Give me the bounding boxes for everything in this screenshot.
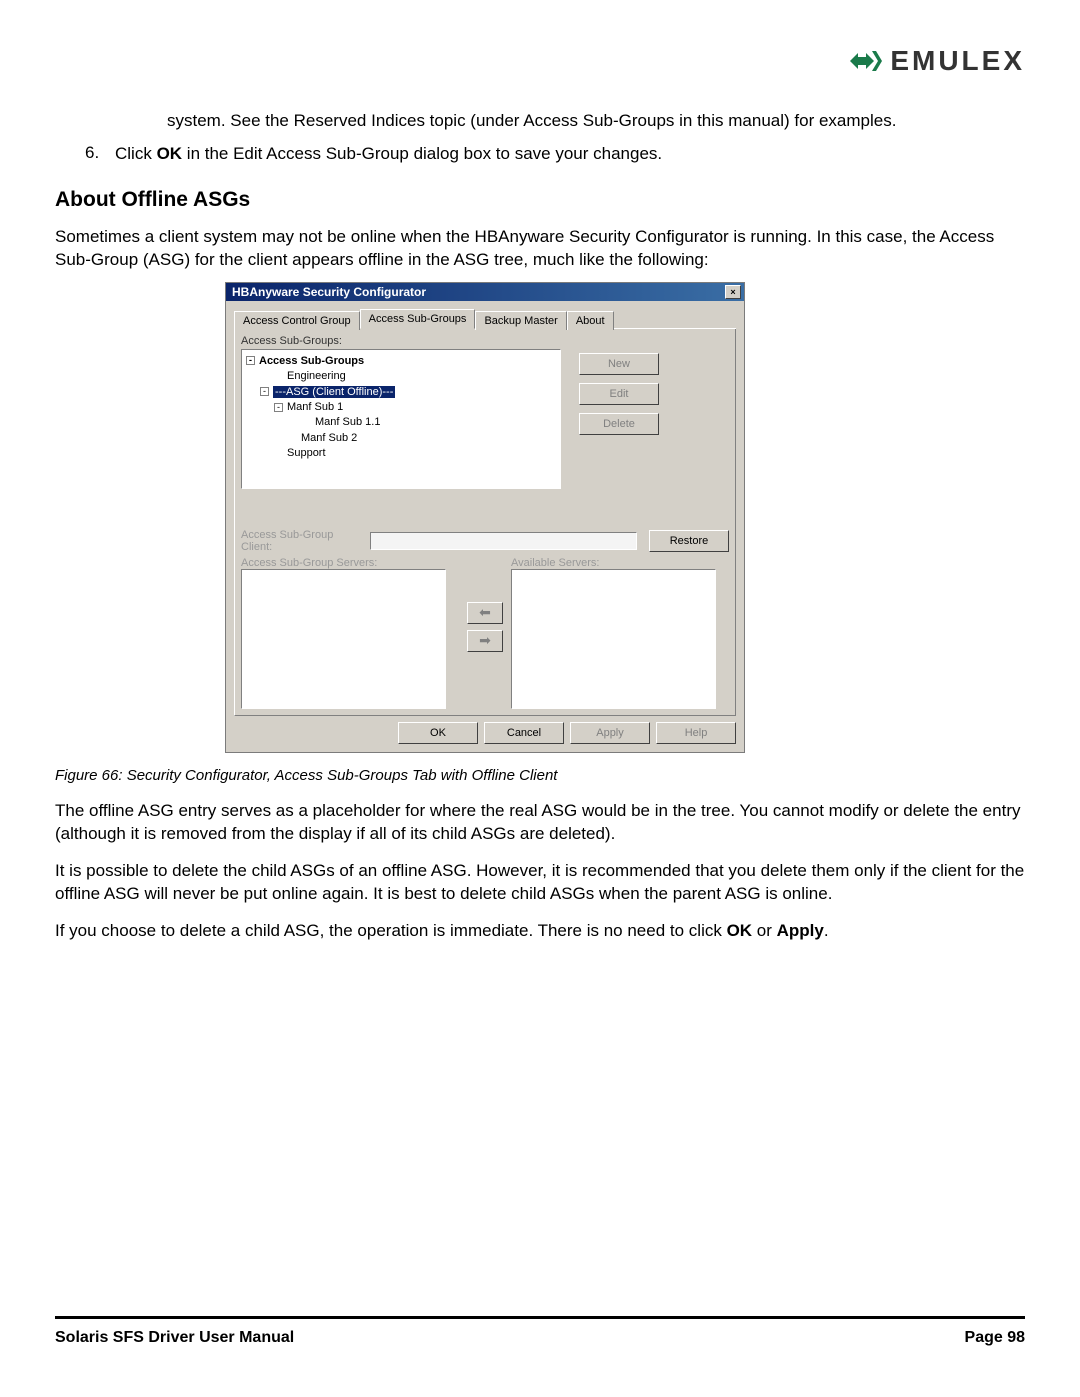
collapse-icon[interactable]: - (260, 387, 269, 396)
help-button[interactable]: Help (656, 722, 736, 744)
window-title: HBAnyware Security Configurator (232, 285, 426, 299)
collapse-icon[interactable]: - (246, 356, 255, 365)
edit-button[interactable]: Edit (579, 383, 659, 405)
tree-item-offline[interactable]: ----ASG (Client Offline)--- (260, 385, 556, 400)
tree-item[interactable]: Support (274, 446, 556, 461)
client-label: Access Sub-Group Client: (241, 529, 366, 553)
collapse-icon[interactable]: - (274, 403, 283, 412)
footer-right: Page 98 (965, 1329, 1025, 1347)
emulex-icon (848, 47, 884, 75)
tree-item[interactable]: Manf Sub 1.1 (302, 415, 556, 430)
close-icon[interactable]: × (725, 285, 741, 299)
section-heading: About Offline ASGs (55, 188, 1025, 212)
step-text: Click OK in the Edit Access Sub-Group di… (115, 143, 1025, 166)
tree-item[interactable]: Engineering (274, 369, 556, 384)
asg-tree[interactable]: -Access Sub-Groups Engineering ----ASG (… (241, 349, 561, 489)
figure-wrapper: HBAnyware Security Configurator × Access… (225, 282, 1025, 753)
paragraph-3: The offline ASG entry serves as a placeh… (55, 800, 1025, 846)
tab-panel: Access Sub-Groups: -Access Sub-Groups En… (234, 329, 736, 716)
tree-item[interactable]: Manf Sub 2 (288, 431, 556, 446)
dialog-window: HBAnyware Security Configurator × Access… (225, 282, 745, 753)
tree-root[interactable]: -Access Sub-Groups (246, 354, 556, 369)
step-6: 6. Click OK in the Edit Access Sub-Group… (85, 143, 1025, 166)
page-footer: Solaris SFS Driver User Manual Page 98 (55, 1316, 1025, 1347)
available-label: Available Servers: (511, 557, 729, 569)
group-servers-list[interactable] (241, 569, 446, 709)
apply-button[interactable]: Apply (570, 722, 650, 744)
fragment-paragraph: system. See the Reserved Indices topic (… (167, 110, 1025, 133)
tab-strip: Access Control Group Access Sub-Groups B… (234, 309, 736, 329)
figure-caption: Figure 66: Security Configurator, Access… (55, 767, 1025, 784)
paragraph-5: If you choose to delete a child ASG, the… (55, 920, 1025, 943)
servers-label: Access Sub-Group Servers: (241, 557, 459, 569)
paragraph-4: It is possible to delete the child ASGs … (55, 860, 1025, 906)
delete-button[interactable]: Delete (579, 413, 659, 435)
tab-access-sub-groups[interactable]: Access Sub-Groups (360, 309, 476, 329)
logo-text: EMULEX (890, 45, 1025, 77)
tab-access-control-group[interactable]: Access Control Group (234, 311, 360, 330)
titlebar: HBAnyware Security Configurator × (226, 283, 744, 301)
new-button[interactable]: New (579, 353, 659, 375)
restore-button[interactable]: Restore (649, 530, 729, 552)
available-servers-list[interactable] (511, 569, 716, 709)
cancel-button[interactable]: Cancel (484, 722, 564, 744)
tree-label: Access Sub-Groups: (241, 335, 561, 347)
step-number: 6. (85, 143, 115, 166)
tree-item[interactable]: -Manf Sub 1 (274, 400, 556, 415)
move-left-icon[interactable]: ⬅ (467, 602, 503, 624)
brand-logo: EMULEX (848, 45, 1025, 77)
ok-button[interactable]: OK (398, 722, 478, 744)
move-right-icon[interactable]: ➡ (467, 630, 503, 652)
tab-about[interactable]: About (567, 311, 614, 330)
tab-backup-master[interactable]: Backup Master (475, 311, 566, 330)
footer-left: Solaris SFS Driver User Manual (55, 1329, 294, 1347)
client-input[interactable] (370, 532, 637, 550)
intro-paragraph: Sometimes a client system may not be onl… (55, 226, 1025, 272)
